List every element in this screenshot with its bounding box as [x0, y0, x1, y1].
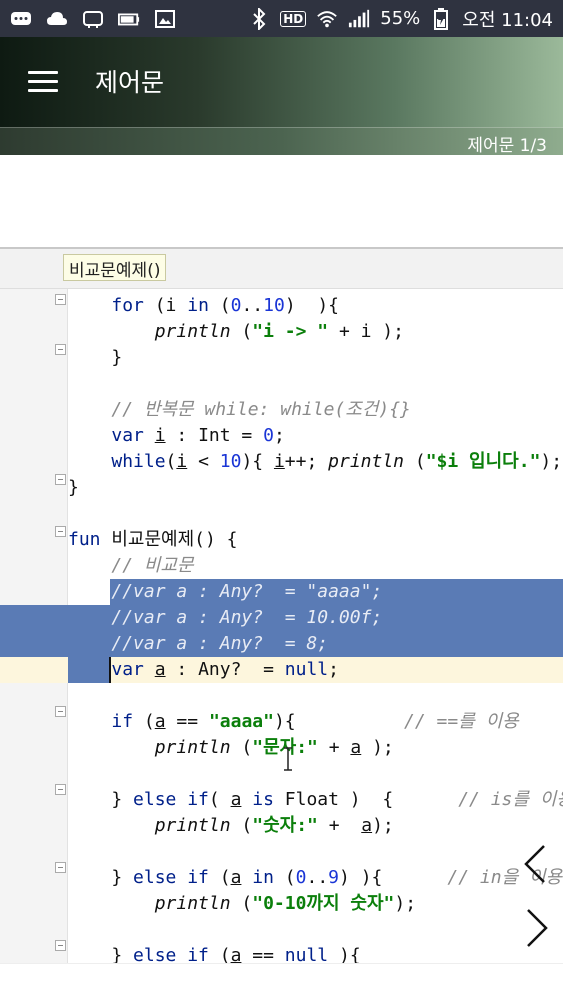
code-line: //var a : Any? = 8;	[0, 631, 563, 657]
code-line: }	[68, 347, 123, 368]
media-icon	[82, 9, 104, 29]
wifi-icon	[316, 9, 338, 29]
editor-breadcrumb-bar: 비교문예제()	[0, 249, 563, 289]
slide-content: 비교문예제() for (i in (0..10) ){ println ("i…	[0, 155, 563, 963]
code-line: println ("문자:" + a );	[154, 737, 394, 758]
clock: 오전 11:04	[462, 9, 553, 31]
notification-icons	[10, 9, 176, 29]
code-line: if (a == "aaaa"){ // ==를 이용	[111, 711, 519, 732]
hd-icon: HD	[280, 10, 307, 27]
text-cursor-icon	[284, 747, 292, 771]
status-bar: HD 55% 오전 11:04	[0, 0, 563, 37]
page-title: 제어문	[95, 68, 165, 97]
chat-icon	[10, 9, 32, 29]
code-line: println ("숫자:" + a);	[154, 815, 394, 836]
code-line: //var a : Any? = "aaaa";	[0, 579, 563, 605]
code-line: //var a : Any? = 10.00f;	[0, 605, 563, 631]
code-line: }	[68, 477, 79, 498]
chevron-left-icon[interactable]	[520, 842, 554, 886]
code-line: for (i in (0..10) ){	[111, 295, 340, 316]
signal-icon	[348, 9, 370, 29]
image-icon	[154, 9, 176, 29]
code-line: } else if( a is Float ) { // is를 이용	[68, 789, 563, 810]
code-line: var a : Any? = null;	[0, 657, 563, 683]
code-line: // 비교문	[111, 555, 194, 576]
code-editor-screenshot: 비교문예제() for (i in (0..10) ){ println ("i…	[0, 247, 563, 963]
page-indicator: 제어문 1/3	[467, 136, 547, 156]
system-icons: HD 55% 오전 11:04	[248, 6, 553, 32]
code-line: fun 비교문예제() {	[68, 529, 238, 550]
code-line: println ("i -> " + i );	[154, 321, 404, 342]
battery-charging-icon	[430, 7, 452, 30]
code-line: var i : Int = 0;	[111, 425, 285, 446]
breadcrumb: 비교문예제()	[63, 254, 167, 281]
app-bar: 제어문 제어문 1/3	[0, 37, 563, 156]
code-line: // 반복문 while: while(조건){}	[111, 399, 411, 420]
code-line: while(i < 10){ i++; println ("$i 입니다.");	[111, 451, 563, 472]
cloud-icon	[46, 9, 68, 29]
bottom-area	[0, 963, 563, 1000]
code-line: println ("0-10까지 숫자");	[154, 893, 417, 914]
battery-percent: 55%	[380, 8, 421, 29]
sub-header-bar: 제어문 1/3	[0, 127, 563, 156]
code-line: } else if (a in (0..9) ){ // in을 이용	[68, 867, 563, 888]
battery-small-icon	[118, 9, 140, 29]
bluetooth-icon	[248, 7, 270, 30]
code-line: } else if (a == null ){	[68, 945, 361, 963]
chevron-right-icon[interactable]	[520, 906, 554, 950]
hamburger-menu-icon[interactable]	[26, 67, 60, 95]
